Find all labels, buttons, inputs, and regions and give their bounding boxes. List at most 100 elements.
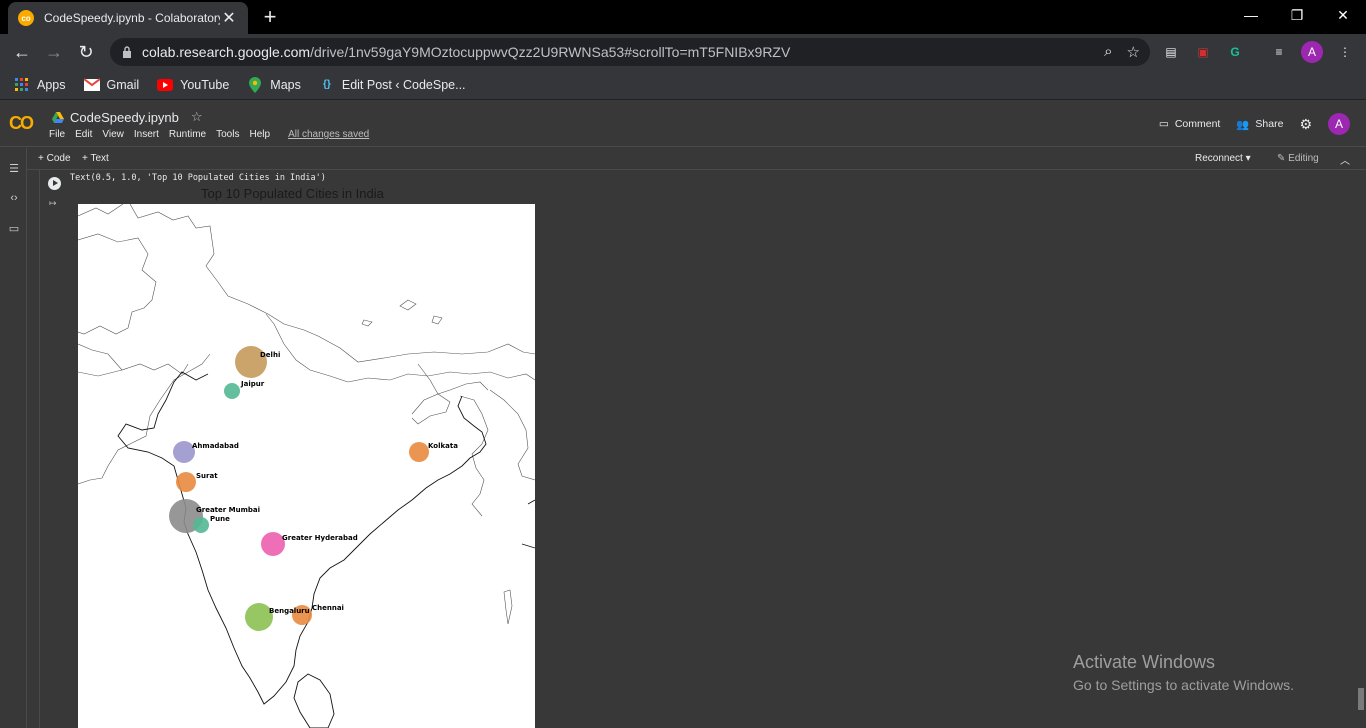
bookmark-label: Maps xyxy=(270,77,301,92)
city-label: Ahmadabad xyxy=(192,442,239,450)
pencil-icon: ✎ xyxy=(1277,153,1286,164)
chart-title: Top 10 Populated Cities in India xyxy=(201,186,384,201)
save-status[interactable]: All changes saved xyxy=(288,129,369,140)
city-label: Surat xyxy=(196,472,218,480)
country-borders xyxy=(78,204,535,625)
gmail-icon xyxy=(83,77,100,91)
braces-icon: {} xyxy=(322,79,331,90)
restore-icon[interactable]: ❐ xyxy=(1274,0,1320,30)
new-tab-icon[interactable]: + xyxy=(258,4,282,30)
notebook-name[interactable]: CodeSpeedy.ipynb xyxy=(70,110,179,125)
run-cell-button[interactable] xyxy=(48,177,61,190)
maps-pin-icon xyxy=(249,76,262,93)
forward-icon[interactable]: → xyxy=(42,40,66,64)
sri-lanka-outline xyxy=(293,673,335,728)
menu-help[interactable]: Help xyxy=(249,129,270,140)
comment-button[interactable]: ▭ Comment xyxy=(1159,118,1220,130)
zoom-icon[interactable]: ⌕ xyxy=(1104,43,1112,61)
city-label: Pune xyxy=(210,515,230,523)
notebook-title[interactable]: CodeSpeedy.ipynb ☆ xyxy=(52,109,203,125)
star-icon[interactable]: ☆ xyxy=(191,109,203,125)
browser-menu-icon[interactable]: ⋮ xyxy=(1334,41,1356,63)
comment-label: Comment xyxy=(1174,118,1221,130)
city-label: Greater Mumbai xyxy=(196,506,260,514)
city-label: Bengaluru xyxy=(269,607,310,615)
comment-icon: ▭ xyxy=(1158,118,1169,130)
menu-edit[interactable]: Edit xyxy=(75,129,92,140)
city-marker xyxy=(176,472,196,492)
menu-tools[interactable]: Tools xyxy=(216,129,239,140)
share-label: Share xyxy=(1255,118,1284,130)
reload-icon[interactable]: ↻ xyxy=(74,40,98,64)
activate-subtitle: Go to Settings to activate Windows. xyxy=(1073,677,1294,693)
minimize-icon[interactable]: — xyxy=(1228,0,1274,30)
add-code-label: Code xyxy=(46,153,71,164)
reconnect-button[interactable]: Reconnect ▾ xyxy=(1195,153,1251,164)
bookmark-label: Apps xyxy=(37,77,66,92)
user-avatar[interactable]: A xyxy=(1328,113,1350,135)
url-host: colab.research.google.com xyxy=(142,44,311,60)
extension-save-icon[interactable]: ▣ xyxy=(1192,41,1214,63)
browser-titlebar: co CodeSpeedy.ipynb - Colaboratory ✕ + —… xyxy=(0,0,1366,34)
city-label: Greater Hyderabad xyxy=(282,534,358,542)
cell-toolbar: + Code + Text Reconnect ▾ ✎ Editing ︿ xyxy=(0,148,1366,170)
profile-avatar[interactable]: A xyxy=(1301,41,1323,63)
share-button[interactable]: 👥 Share xyxy=(1236,118,1283,131)
address-bar[interactable]: colab.research.google.com/drive/1nv59gaY… xyxy=(110,38,1150,66)
city-label: Jaipur xyxy=(240,380,265,388)
menu-insert[interactable]: Insert xyxy=(134,129,159,140)
scrollbar-thumb[interactable] xyxy=(1358,688,1364,710)
city-markers: Delhi Jaipur Ahmadabad Surat Greater MumbaiP… xyxy=(169,346,458,631)
reconnect-label: Reconnect xyxy=(1195,153,1243,164)
bookmark-maps[interactable]: Maps xyxy=(247,76,301,93)
city-label: Chennai xyxy=(312,604,344,612)
add-code-button[interactable]: + Code xyxy=(38,153,71,164)
windows-activation-watermark: Activate Windows Go to Settings to activ… xyxy=(1073,652,1294,693)
bookmark-youtube[interactable]: YouTube xyxy=(157,77,229,93)
bookmark-label: Gmail xyxy=(106,77,140,92)
close-tab-icon[interactable]: ✕ xyxy=(220,8,238,28)
left-sidebar: ☰ ‹› ▭ xyxy=(0,148,27,728)
add-text-label: Text xyxy=(90,153,109,164)
colab-logo-icon[interactable]: CO xyxy=(9,113,39,133)
activate-title: Activate Windows xyxy=(1073,652,1216,672)
grammarly-icon[interactable]: G xyxy=(1224,41,1246,63)
chevron-down-icon: ▾ xyxy=(1245,153,1251,164)
menu-bar: File Edit View Insert Runtime Tools Help… xyxy=(49,129,369,140)
browser-tab[interactable]: co CodeSpeedy.ipynb - Colaboratory ✕ xyxy=(8,2,248,34)
bookmark-edit-post[interactable]: {} Edit Post ‹ CodeSpe... xyxy=(319,77,466,93)
url-path: /drive/1nv59gaY9MOztocuppwvQzz2U9RWNSa53… xyxy=(310,44,791,60)
myanmar-coast xyxy=(521,499,535,549)
settings-gear-icon[interactable]: ⚙ xyxy=(1299,116,1312,133)
colab-favicon-icon: co xyxy=(18,10,34,26)
bookmark-star-icon[interactable]: ☆ xyxy=(1127,43,1140,61)
code-snippets-icon[interactable]: ‹› xyxy=(6,190,22,206)
collapse-chevron-icon[interactable]: ︿ xyxy=(1340,152,1350,167)
india-map-plot: Delhi Jaipur Ahmadabad Surat Greater Mumbai P… xyxy=(78,204,535,728)
menu-view[interactable]: View xyxy=(102,129,124,140)
menu-runtime[interactable]: Runtime xyxy=(169,129,206,140)
extension-doc-icon[interactable]: ▤ xyxy=(1160,41,1182,63)
menu-file[interactable]: File xyxy=(49,129,65,140)
city-label: Delhi xyxy=(260,351,280,359)
table-of-contents-icon[interactable]: ☰ xyxy=(6,160,22,176)
bookmark-label: Edit Post ‹ CodeSpe... xyxy=(341,77,466,92)
colab-header: CO CodeSpeedy.ipynb ☆ File Edit View Ins… xyxy=(0,101,1366,147)
output-actions-icon[interactable]: ↦ xyxy=(49,198,59,208)
add-text-button[interactable]: + Text xyxy=(82,153,109,164)
files-folder-icon[interactable]: ▭ xyxy=(6,220,22,236)
cell-output-repr: Text(0.5, 1.0, 'Top 10 Populated Cities … xyxy=(70,173,326,183)
bookmark-apps[interactable]: Apps xyxy=(14,77,66,93)
lock-icon xyxy=(123,46,131,58)
city-marker xyxy=(224,383,240,399)
back-icon[interactable]: ← xyxy=(10,40,34,64)
bookmark-label: YouTube xyxy=(180,77,230,92)
bookmark-gmail[interactable]: Gmail xyxy=(83,77,140,93)
media-queue-icon[interactable]: ≡ xyxy=(1268,41,1290,63)
editing-mode[interactable]: ✎ Editing xyxy=(1277,153,1319,164)
close-window-icon[interactable]: ✕ xyxy=(1320,0,1366,30)
city-marker xyxy=(409,442,429,462)
share-people-icon: 👥 xyxy=(1236,118,1250,131)
bookmarks-bar: Apps Gmail YouTube Maps {} Edit Post ‹ C… xyxy=(0,70,1366,100)
vertical-scrollbar[interactable] xyxy=(1356,170,1366,728)
